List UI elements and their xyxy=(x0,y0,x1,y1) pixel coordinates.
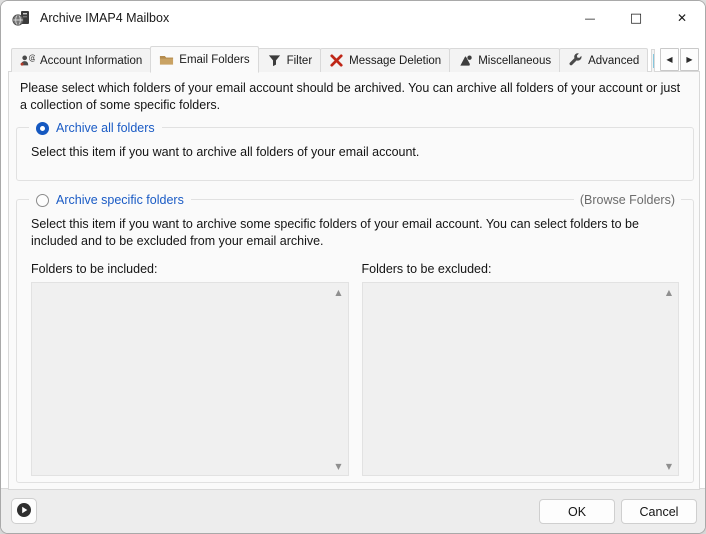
excluded-folders-listbox[interactable]: ▲ ▼ xyxy=(362,282,680,476)
archive-specific-folders-label: Archive specific folders xyxy=(56,193,184,207)
tab-advanced[interactable]: Advanced xyxy=(559,48,648,72)
tab-scroll-right-button[interactable]: ▶ xyxy=(680,48,699,71)
maximize-button[interactable]: □ xyxy=(613,1,659,35)
close-button[interactable]: ✕ xyxy=(659,1,705,35)
archive-specific-folders-group: Archive specific folders (Browse Folders… xyxy=(16,199,694,483)
radio-archive-all-folders[interactable] xyxy=(36,122,49,135)
intro-text: Please select which folders of your emai… xyxy=(20,80,686,114)
folder-lists: Folders to be included: ▲ ▼ Folders to b… xyxy=(31,262,679,476)
archive-all-folders-description: Select this item if you want to archive … xyxy=(31,144,679,161)
hidden-tab-icon-sliver xyxy=(653,54,655,68)
tab-strip: @ Account Information Email Folders Filt… xyxy=(11,45,699,72)
svg-text:@: @ xyxy=(28,53,35,62)
tab-scroll-left-button[interactable]: ◀ xyxy=(660,48,679,71)
archive-all-folders-group: Archive all folders Select this item if … xyxy=(16,127,694,181)
scroll-up-icon[interactable]: ▲ xyxy=(661,284,677,300)
tab-label: Account Information xyxy=(40,55,142,67)
scroll-down-icon[interactable]: ▼ xyxy=(331,458,347,474)
excluded-listbox-scrollbar[interactable]: ▲ ▼ xyxy=(661,284,677,474)
included-listbox-scrollbar[interactable]: ▲ ▼ xyxy=(331,284,347,474)
archive-all-folders-option[interactable]: Archive all folders xyxy=(29,119,162,137)
wrench-icon xyxy=(568,53,583,68)
tab-label: Filter xyxy=(287,55,313,67)
window-title: Archive IMAP4 Mailbox xyxy=(40,11,169,25)
radio-archive-specific-folders[interactable] xyxy=(36,194,49,207)
scroll-up-icon[interactable]: ▲ xyxy=(331,284,347,300)
cancel-button[interactable]: Cancel xyxy=(621,499,697,524)
tab-miscellaneous[interactable]: Miscellaneous xyxy=(449,48,560,72)
mountain-dot-icon xyxy=(458,53,473,68)
included-folders-label: Folders to be included: xyxy=(31,262,349,276)
archive-specific-folders-option[interactable]: Archive specific folders xyxy=(29,191,191,209)
maximize-icon: □ xyxy=(630,11,642,26)
excluded-folders-column: Folders to be excluded: ▲ ▼ xyxy=(362,262,680,476)
arrow-right-icon: ▶ xyxy=(686,55,692,64)
account-at-icon: @ xyxy=(20,53,35,68)
titlebar: Archive IMAP4 Mailbox — □ ✕ xyxy=(1,1,705,35)
funnel-icon xyxy=(267,53,282,68)
tab-message-deletion[interactable]: Message Deletion xyxy=(320,48,450,72)
tab-label: Message Deletion xyxy=(349,55,441,67)
tab-label: Email Folders xyxy=(179,54,249,66)
minimize-icon: — xyxy=(585,12,596,25)
email-folders-tab-panel: Please select which folders of your emai… xyxy=(8,71,700,490)
ok-button[interactable]: OK xyxy=(539,499,615,524)
archive-specific-folders-description: Select this item if you want to archive … xyxy=(31,216,679,250)
minimize-button[interactable]: — xyxy=(567,1,613,35)
dialog-footer: OK Cancel xyxy=(1,488,705,533)
tab-account-information[interactable]: @ Account Information xyxy=(11,48,151,72)
tab-label: Miscellaneous xyxy=(478,55,551,67)
browse-folders-link[interactable]: (Browse Folders) xyxy=(574,191,681,209)
play-icon xyxy=(16,502,32,521)
scroll-down-icon[interactable]: ▼ xyxy=(661,458,677,474)
archive-all-folders-label: Archive all folders xyxy=(56,121,155,135)
arrow-left-icon: ◀ xyxy=(666,55,672,64)
help-video-button[interactable] xyxy=(11,498,37,524)
tab-partial-hidden[interactable] xyxy=(651,49,655,72)
included-folders-listbox[interactable]: ▲ ▼ xyxy=(31,282,349,476)
red-x-icon xyxy=(329,53,344,68)
tab-filter[interactable]: Filter xyxy=(258,48,322,72)
tab-scroll-buttons: ◀ ▶ xyxy=(660,48,699,71)
window-controls: — □ ✕ xyxy=(567,1,705,35)
included-folders-column: Folders to be included: ▲ ▼ xyxy=(31,262,349,476)
tab-label: Advanced xyxy=(588,55,639,67)
folder-icon xyxy=(159,52,174,67)
close-icon: ✕ xyxy=(677,11,687,25)
excluded-folders-label: Folders to be excluded: xyxy=(362,262,680,276)
app-mailbox-globe-icon xyxy=(12,10,32,27)
tab-email-folders[interactable]: Email Folders xyxy=(150,46,258,73)
dialog-archive-imap4-mailbox: Archive IMAP4 Mailbox — □ ✕ @ Account In… xyxy=(0,0,706,534)
